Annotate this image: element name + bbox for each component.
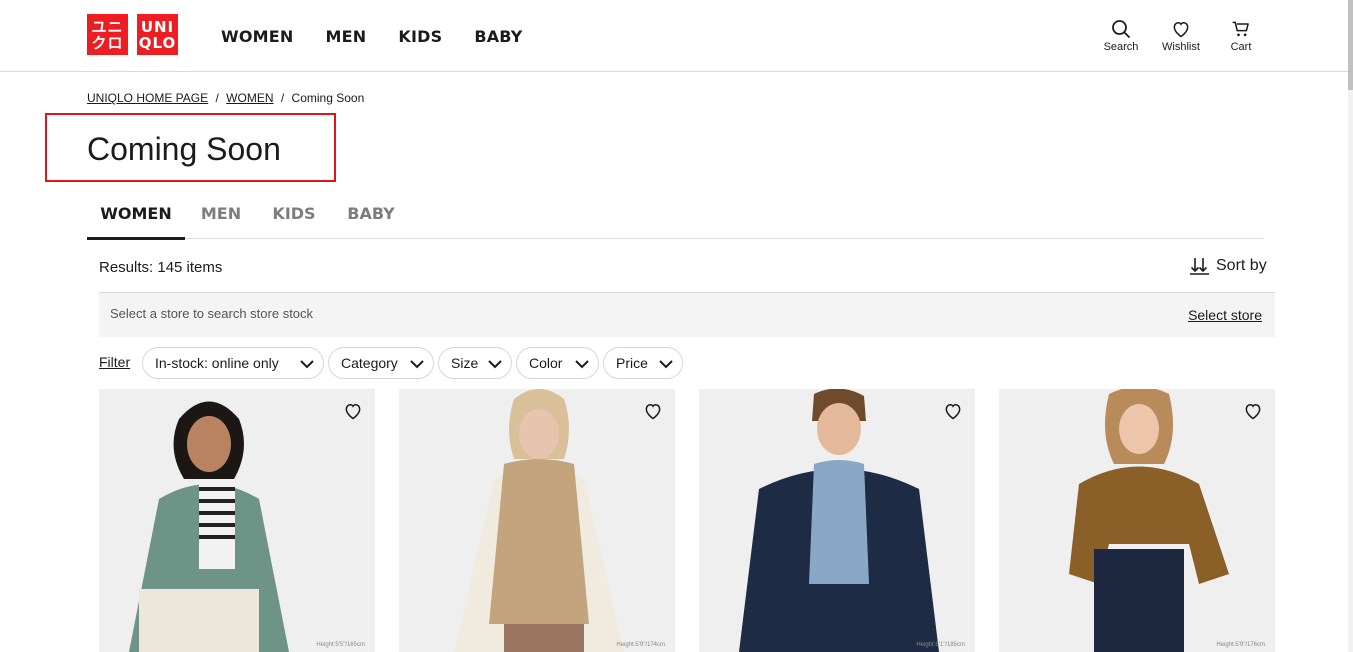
model-size-note: Height:5'9"/176cm bbox=[1216, 642, 1265, 648]
chevron-down-icon bbox=[410, 360, 424, 369]
heart-icon[interactable] bbox=[1243, 401, 1263, 421]
model-size-note: Height:5'5"/165cm bbox=[316, 642, 365, 648]
logo-text: クロ bbox=[91, 33, 124, 52]
heart-icon[interactable] bbox=[343, 401, 363, 421]
category-tabs: WOMEN MEN KIDS BABY bbox=[87, 196, 1264, 240]
search-button[interactable]: Search bbox=[1096, 19, 1146, 53]
heart-icon[interactable] bbox=[943, 401, 963, 421]
product-card[interactable]: Height:5'5"/165cm bbox=[99, 389, 375, 652]
breadcrumb-separator: / bbox=[280, 91, 285, 105]
search-label: Search bbox=[1103, 41, 1139, 53]
tab-men[interactable]: MEN bbox=[185, 196, 257, 238]
page-title: Coming Soon bbox=[87, 131, 281, 167]
results-count: Results: 145 items bbox=[99, 259, 223, 276]
sort-icon bbox=[1190, 258, 1209, 275]
cart-button[interactable]: Cart bbox=[1216, 19, 1266, 53]
filter-chip-price[interactable]: Price bbox=[603, 347, 683, 379]
sort-button[interactable]: Sort by bbox=[1190, 257, 1267, 275]
breadcrumb-home[interactable]: UNIQLO HOME PAGE bbox=[87, 91, 208, 105]
product-image bbox=[1069, 389, 1229, 652]
model-size-note: Height:6'1"/185cm bbox=[916, 642, 965, 648]
chip-label: Size bbox=[451, 355, 479, 371]
breadcrumb-separator: / bbox=[215, 91, 219, 105]
chevron-down-icon bbox=[575, 360, 589, 369]
logo-latin: UNI QLO bbox=[137, 14, 178, 55]
tab-baby[interactable]: BABY bbox=[331, 196, 411, 238]
tab-women[interactable]: WOMEN bbox=[87, 196, 185, 240]
chevron-down-icon bbox=[659, 360, 673, 369]
garment bbox=[489, 459, 589, 624]
chip-label: Price bbox=[616, 355, 648, 371]
product-image bbox=[739, 389, 939, 652]
tab-kids[interactable]: KIDS bbox=[257, 196, 331, 238]
wishlist-button[interactable]: Wishlist bbox=[1156, 19, 1206, 53]
wishlist-label: Wishlist bbox=[1162, 41, 1200, 53]
scrollbar-thumb[interactable] bbox=[1348, 0, 1353, 90]
filter-link[interactable]: Filter bbox=[99, 354, 130, 370]
heart-icon[interactable] bbox=[643, 401, 663, 421]
breadcrumb-women[interactable]: WOMEN bbox=[226, 91, 273, 105]
product-image bbox=[129, 401, 289, 652]
logo-text: QLO bbox=[138, 33, 177, 52]
product-card[interactable]: Height:5'9"/174cm bbox=[399, 389, 675, 652]
chip-label: In-stock: online only bbox=[155, 355, 279, 371]
chip-label: Category bbox=[341, 355, 398, 371]
breadcrumb-current: Coming Soon bbox=[291, 91, 365, 105]
sort-label: Sort by bbox=[1216, 257, 1267, 274]
cart-label: Cart bbox=[1230, 41, 1252, 53]
cart-icon bbox=[1232, 21, 1249, 37]
model-size-note: Height:5'9"/174cm bbox=[616, 642, 665, 648]
page-scrollbar[interactable] bbox=[1348, 0, 1353, 652]
logo-text: ユニ bbox=[91, 17, 124, 36]
uniqlo-logo[interactable]: ユニ クロ UNI QLO bbox=[87, 14, 178, 55]
chevron-down-icon bbox=[300, 360, 314, 369]
select-store-link[interactable]: Select store bbox=[1188, 307, 1262, 323]
filter-chip-color[interactable]: Color bbox=[516, 347, 599, 379]
product-card[interactable]: Height:5'9"/176cm bbox=[999, 389, 1275, 652]
product-card[interactable]: Height:6'1"/185cm bbox=[699, 389, 975, 652]
filter-chip-category[interactable]: Category bbox=[328, 347, 434, 379]
chevron-down-icon bbox=[488, 360, 502, 369]
nav-women[interactable]: WOMEN bbox=[221, 27, 294, 46]
filter-chip-instock[interactable]: In-stock: online only bbox=[142, 347, 324, 379]
breadcrumb: UNIQLO HOME PAGE / WOMEN / Coming Soon bbox=[87, 91, 364, 105]
filter-chip-size[interactable]: Size bbox=[438, 347, 512, 379]
heart-icon bbox=[1173, 21, 1189, 38]
search-icon bbox=[1112, 20, 1131, 39]
logo-text: UNI bbox=[140, 17, 175, 36]
nav-baby[interactable]: BABY bbox=[474, 27, 522, 46]
logo-katakana: ユニ クロ bbox=[87, 14, 128, 55]
store-stock-bar: Select a store to search store stock Sel… bbox=[99, 292, 1275, 337]
nav-kids[interactable]: KIDS bbox=[398, 27, 442, 46]
chip-label: Color bbox=[529, 355, 563, 371]
gender-nav: WOMEN MEN KIDS BABY bbox=[221, 27, 555, 46]
store-hint: Select a store to search store stock bbox=[110, 306, 314, 321]
product-image bbox=[454, 389, 624, 652]
site-header: ユニ クロ UNI QLO WOMEN MEN KIDS BABY Search… bbox=[0, 0, 1353, 72]
nav-men[interactable]: MEN bbox=[326, 27, 367, 46]
